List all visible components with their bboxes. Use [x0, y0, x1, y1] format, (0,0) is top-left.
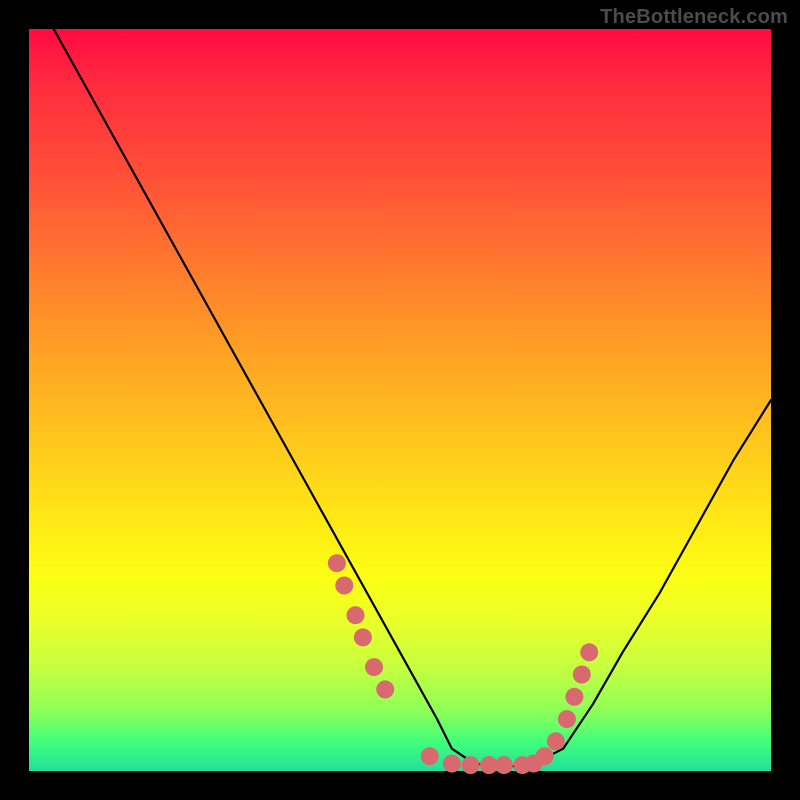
chart-svg: [29, 29, 771, 771]
plot-area: [29, 29, 771, 771]
chart-container: TheBottleneck.com: [0, 0, 800, 800]
watermark-text: TheBottleneck.com: [600, 6, 788, 29]
bottleneck-curve: [29, 0, 771, 767]
marker-dots: [328, 554, 598, 774]
